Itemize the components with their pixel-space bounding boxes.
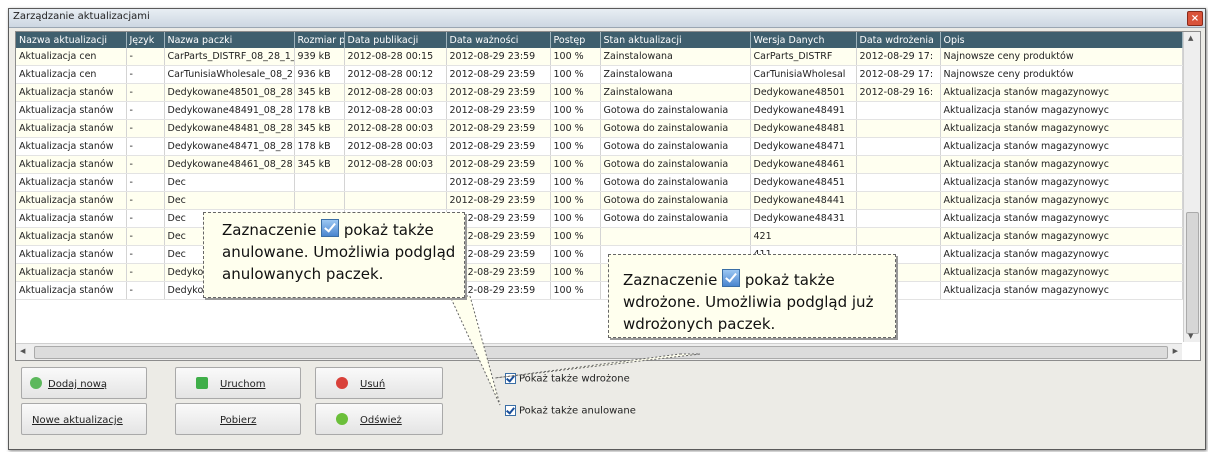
checkbox-checked-icon xyxy=(321,219,340,237)
callout-text: Zaznaczenie xyxy=(623,271,718,289)
callout-show-deployed: Zaznaczenie pokaż także wdrożone. Umożli… xyxy=(608,254,896,338)
callout-show-cancelled: Zaznaczenie pokaż także anulowane. Umożl… xyxy=(203,212,465,298)
checkbox-checked-icon xyxy=(722,269,741,287)
callout-text: Zaznaczenie xyxy=(222,221,317,239)
callout-pointer-cancelled xyxy=(449,295,501,406)
callout-pointer-deployed xyxy=(494,353,701,379)
callout-pointers xyxy=(449,295,701,406)
